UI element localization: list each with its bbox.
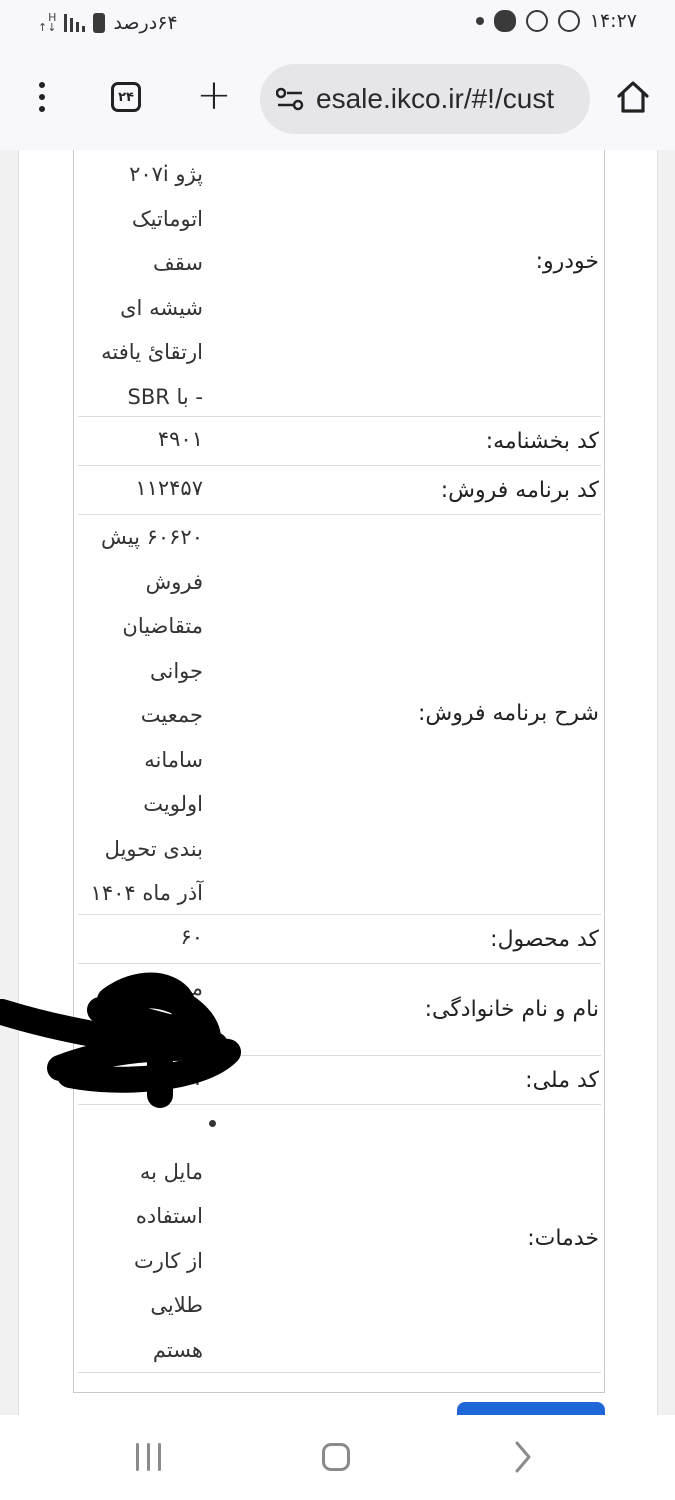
value-line: ارتقائ یافته [101, 340, 203, 364]
value-line: مایل به [139, 1159, 203, 1184]
value-line: سامانه [144, 747, 203, 772]
value-line: ۶۰ [180, 925, 203, 949]
value-line: ۲۷ [180, 1066, 203, 1090]
home-square-icon [322, 1443, 350, 1471]
value-line: اولویت [143, 792, 203, 816]
network-icon: H ↓↑ [38, 11, 57, 34]
battery-icon [93, 13, 106, 33]
detail-label: خودرو: [535, 249, 599, 274]
value-line: استفاده [135, 1204, 203, 1228]
value-line: طلایی [150, 1293, 203, 1317]
detail-value: ۶۰۶۲۰ پیش فروش متقاضیان جوانی جمعیت سامانه اول… [73, 515, 203, 916]
value-line [73, 1105, 203, 1150]
play-app-icon [525, 10, 548, 32]
value-line: از کارت [134, 1248, 203, 1273]
value-line: مع [180, 976, 203, 1000]
detail-row-services: خدمات: مایل به استفاده از کارت طلایی هستم [78, 1105, 601, 1373]
detail-value: ۱۱۲۴۵۷ [73, 466, 203, 511]
browser-toolbar: ۲۴ + esale.ikco.ir/#!/cust [0, 48, 675, 150]
detail-value: مع [73, 966, 203, 1011]
recents-button[interactable] [128, 1439, 168, 1475]
value-line: جمعیت [140, 703, 203, 727]
address-bar[interactable]: esale.ikco.ir/#!/cust [260, 64, 590, 134]
site-settings-icon[interactable] [276, 86, 304, 112]
value-line: ۶۰۶۲۰ پیش [100, 525, 203, 549]
value-line: ۴۹۰۱ [157, 427, 203, 451]
home-icon [617, 81, 649, 113]
value-line: اتوماتیک [131, 206, 203, 231]
detail-row-sale-program-description: شرح برنامه فروش: ۶۰۶۲۰ پیش فروش متقاضیان جو… [78, 515, 601, 915]
value-line: متقاضیان [122, 614, 203, 638]
detail-label: کد برنامه فروش: [440, 478, 599, 503]
detail-label: کد ملی: [525, 1068, 599, 1093]
menu-button[interactable] [15, 70, 69, 124]
home-button[interactable] [606, 70, 660, 124]
value-line: سقف [153, 251, 203, 275]
whatsapp-icon [557, 10, 580, 32]
value-line: فروش [145, 569, 203, 594]
detail-row-product-code: کد محصول: ۶۰ [78, 915, 601, 964]
tab-count: ۲۴ [111, 82, 141, 112]
value-line: آذر ماه ۱۴۰۴ [90, 881, 203, 905]
notification-dot-icon [475, 17, 484, 25]
detail-label: خدمات: [527, 1226, 599, 1251]
value-line: ۱۱۲۴۵۷ [135, 476, 203, 500]
value-line: بندی تحویل [104, 836, 203, 861]
home-nav-button[interactable] [318, 1439, 354, 1475]
value-line: پژو ۲۰۷i [129, 162, 203, 186]
chat-app-icon [493, 10, 516, 32]
detail-row-full-name: نام و نام خانوادگی: مع [78, 964, 601, 1056]
detail-value: ۶۰ [73, 915, 203, 960]
back-button[interactable] [508, 1439, 538, 1475]
status-time: ۱۴:۲۷ [589, 10, 637, 32]
detail-value: ۴۹۰۱ [73, 417, 203, 462]
detail-row-national-id: کد ملی: ۲۷ [78, 1056, 601, 1105]
new-tab-button[interactable]: + [187, 70, 241, 124]
signal-icon [64, 14, 86, 32]
status-right: ۱۴:۲۷ [475, 10, 637, 32]
detail-row-circular-code: کد بخشنامه: ۴۹۰۱ [78, 417, 601, 466]
value-line: جوانی [149, 658, 203, 683]
more-vert-icon [39, 82, 45, 112]
value-line: هستم [152, 1337, 203, 1362]
page: خودرو: پژو ۲۰۷i اتوماتیک سقف شیشه ای ارتقائ … [18, 150, 658, 1415]
detail-value: پژو ۲۰۷i اتوماتیک سقف شیشه ای ارتقائ یافته - … [73, 152, 203, 419]
detail-label: کد محصول: [490, 927, 599, 952]
list-bullet [209, 1120, 216, 1127]
web-content: خودرو: پژو ۲۰۷i اتوماتیک سقف شیشه ای ارتقائ … [0, 150, 675, 1415]
plus-icon: + [196, 70, 232, 119]
order-details-table: خودرو: پژو ۲۰۷i اتوماتیک سقف شیشه ای ارتقائ … [73, 150, 605, 1393]
value-line: شیشه ای [120, 295, 203, 320]
detail-value: ۲۷ [73, 1056, 203, 1101]
tabs-button[interactable]: ۲۴ [99, 70, 153, 124]
battery-text: ۶۴درصد [113, 12, 178, 34]
status-bar: ۶۴درصد H ↓↑ ۱۴:۲۷ [0, 0, 675, 48]
url-text: esale.ikco.ir/#!/cust [316, 83, 555, 114]
detail-label: شرح برنامه فروش: [418, 701, 599, 726]
detail-value: مایل به استفاده از کارت طلایی هستم [73, 1105, 203, 1372]
submit-button[interactable] [457, 1402, 605, 1415]
detail-label: نام و نام خانوادگی: [424, 997, 599, 1022]
detail-row-car: خودرو: پژو ۲۰۷i اتوماتیک سقف شیشه ای ارتقائ … [78, 150, 601, 417]
detail-label: کد بخشنامه: [485, 429, 599, 454]
status-left: ۶۴درصد H ↓↑ [38, 12, 178, 34]
detail-row-sale-program-code: کد برنامه فروش: ۱۱۲۴۵۷ [78, 466, 601, 515]
navigation-bar [0, 1415, 675, 1500]
value-line: - با SBR [127, 384, 204, 409]
chevron-right-icon [515, 1441, 531, 1473]
